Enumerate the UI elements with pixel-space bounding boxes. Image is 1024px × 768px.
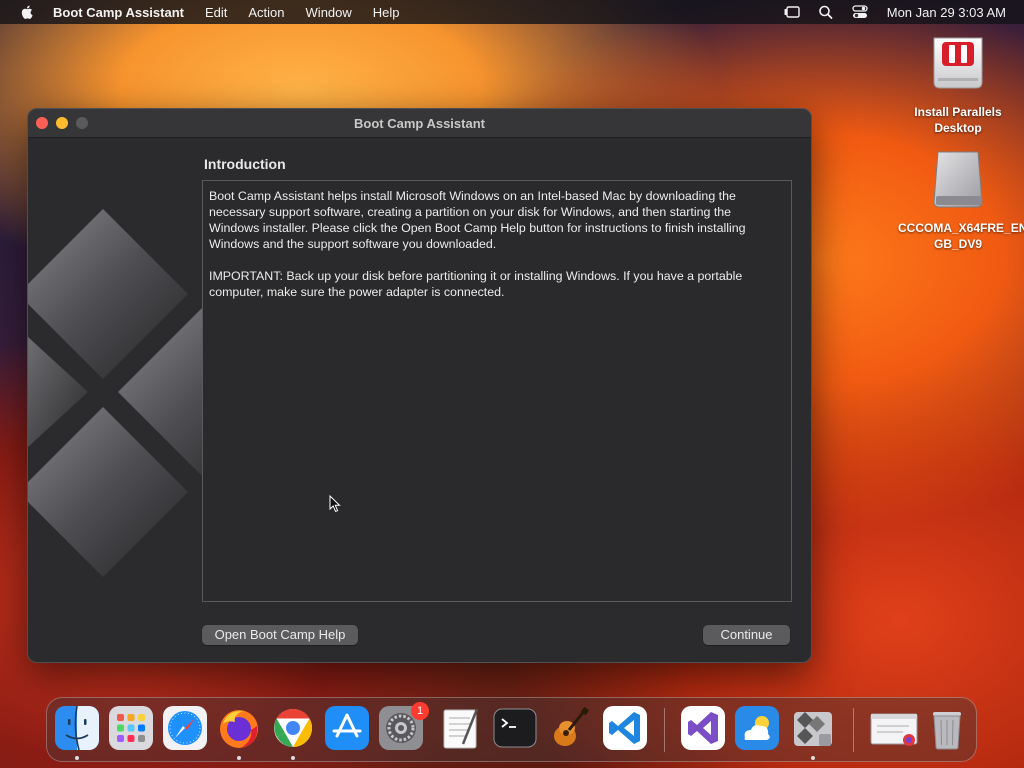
visual-studio-icon [681,706,725,750]
finder-icon [55,705,99,751]
continue-button[interactable]: Continue [703,625,790,645]
dock-visual-studio[interactable] [681,706,725,750]
open-boot-camp-help-button[interactable]: Open Boot Camp Help [202,625,358,645]
disk-image-icon [933,151,983,208]
desktop-icon-disk-image[interactable]: CCCOMA_X64FRE_EN-GB_DV9 [898,150,1024,252]
menu-edit[interactable]: Edit [205,5,227,20]
dock-finder[interactable] [55,705,99,751]
desktop-icon-label: CCCOMA_X64FRE_EN-GB_DV9 [898,221,1024,251]
window-title: Boot Camp Assistant [354,116,485,131]
menu-bar: Boot Camp Assistant Edit Action Window H… [0,0,1024,24]
dock-separator [853,708,854,752]
boot-camp-logo-icon [28,209,203,577]
dock-garageband[interactable] [547,706,591,750]
dock-launchpad[interactable] [109,706,153,750]
menu-clock[interactable]: Mon Jan 29 3:03 AM [887,5,1006,20]
textedit-icon [443,708,479,749]
title-bar[interactable]: Boot Camp Assistant [28,109,811,138]
apple-menu-icon[interactable] [19,4,33,20]
dock-separator [664,708,665,752]
menu-action[interactable]: Action [248,5,284,20]
dock-boot-camp[interactable] [791,706,835,750]
desktop-icon-parallels[interactable]: Install Parallels Desktop [898,34,1018,136]
garageband-icon [554,707,589,746]
app-store-icon [325,706,369,750]
intro-paragraph: Boot Camp Assistant helps install Micros… [209,189,746,251]
spotlight-icon[interactable] [817,4,835,20]
trash-icon [933,712,961,750]
dock-system-settings[interactable]: 1 [379,702,429,750]
dock: 1 [46,697,977,762]
downloads-stack-icon [870,713,918,746]
weather-icon [735,706,779,750]
vscode-icon [603,706,647,750]
dock-terminal[interactable] [493,706,537,750]
dock-firefox[interactable] [217,706,261,750]
chrome-icon [274,708,313,748]
dock-vscode[interactable] [603,706,647,750]
dock-downloads-stack[interactable] [869,706,918,750]
running-indicator [811,756,815,760]
running-indicator [291,756,295,760]
page-heading: Introduction [204,156,286,172]
launchpad-icon [109,706,153,750]
menu-window[interactable]: Window [306,5,352,20]
stage-manager-icon[interactable] [783,4,801,20]
introduction-text-area: Boot Camp Assistant helps install Micros… [202,180,792,602]
dock-weather[interactable] [735,706,779,750]
menu-help[interactable]: Help [373,5,400,20]
dock-chrome[interactable] [271,706,315,750]
dock-trash[interactable] [925,706,969,750]
running-indicator [75,756,79,760]
boot-camp-icon [794,712,832,746]
parallels-installer-icon [933,37,983,89]
boot-camp-window: Boot Camp Assistant Introduction Boot Ca… [27,108,812,663]
notification-badge: 1 [411,702,429,720]
important-paragraph: IMPORTANT: Back up your disk before part… [209,269,743,299]
safari-icon [163,706,207,750]
firefox-icon [220,710,258,748]
desktop-icon-label: Install Parallels Desktop [914,105,1002,135]
dock-textedit[interactable] [439,706,483,750]
dock-app-store[interactable] [325,706,369,750]
mouse-pointer-icon [329,495,341,513]
dock-safari[interactable] [163,706,207,750]
menu-app-name[interactable]: Boot Camp Assistant [53,5,184,20]
control-center-icon[interactable] [851,4,869,20]
running-indicator [237,756,241,760]
terminal-icon [493,708,537,748]
